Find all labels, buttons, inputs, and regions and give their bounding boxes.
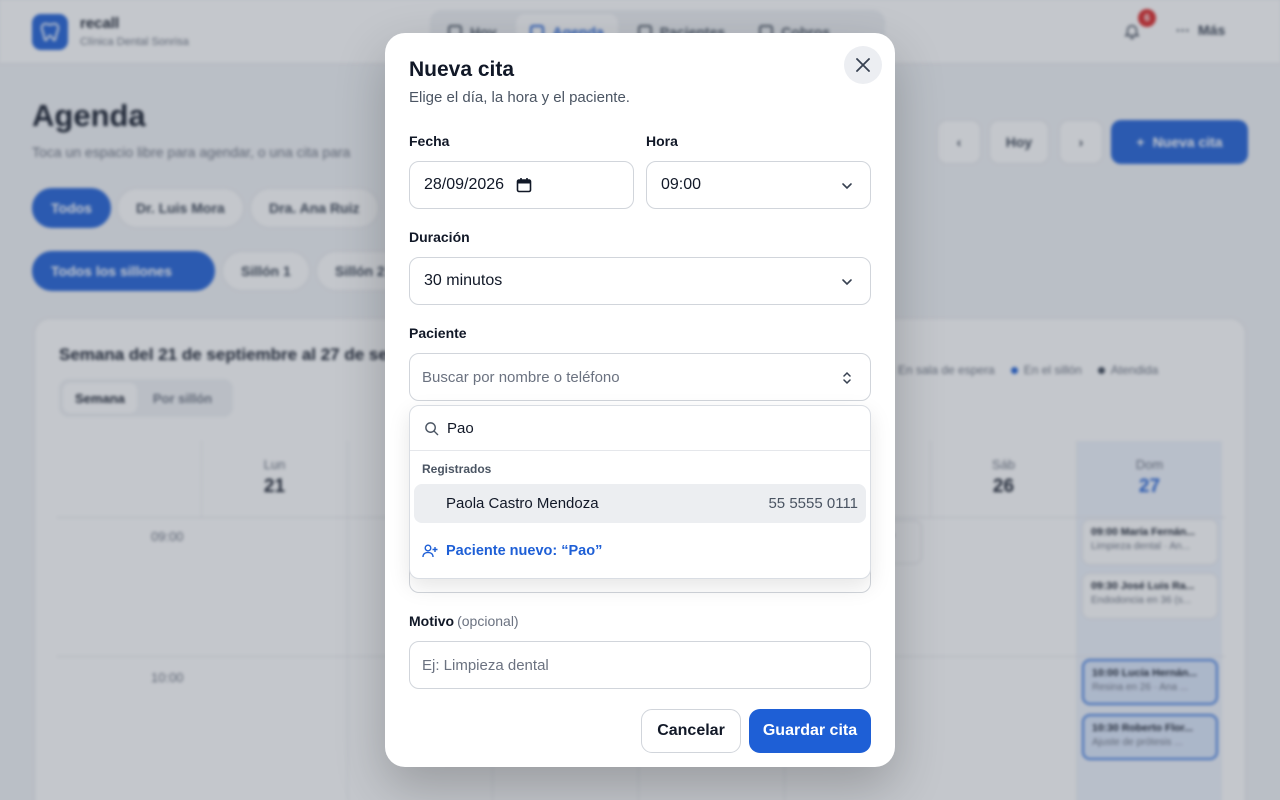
date-label: Fecha bbox=[409, 133, 450, 149]
patient-label: Paciente bbox=[409, 325, 467, 341]
patient-option-name: Paola Castro Mendoza bbox=[446, 495, 599, 512]
save-button[interactable]: Guardar cita bbox=[749, 709, 871, 753]
patient-search-input[interactable]: Pao bbox=[410, 406, 870, 451]
group-label: Registrados bbox=[422, 462, 492, 476]
reason-label: Motivo (opcional) bbox=[409, 613, 519, 629]
date-field[interactable]: 28/09/2026 bbox=[409, 161, 634, 209]
time-select[interactable]: 09:00 bbox=[646, 161, 871, 209]
duration-select[interactable]: 30 minutos bbox=[409, 257, 871, 305]
patient-option-phone: 55 5555 0111 bbox=[768, 495, 858, 512]
dialog-subtitle: Elige el día, la hora y el paciente. bbox=[409, 89, 630, 106]
close-button[interactable] bbox=[844, 46, 882, 84]
reason-optional: (opcional) bbox=[457, 613, 519, 629]
duration-value: 30 minutos bbox=[424, 272, 503, 289]
close-icon bbox=[856, 58, 870, 72]
new-patient-label: Paciente nuevo: “Pao” bbox=[446, 543, 603, 559]
search-value: Pao bbox=[447, 419, 474, 437]
reason-label-text: Motivo bbox=[409, 613, 455, 629]
dialog-title: Nueva cita bbox=[409, 58, 515, 81]
patient-placeholder: Buscar por nombre o teléfono bbox=[422, 368, 620, 386]
patient-option[interactable]: Paola Castro Mendoza 55 5555 0111 bbox=[414, 484, 866, 523]
patient-combobox[interactable]: Buscar por nombre o teléfono bbox=[409, 353, 871, 401]
reason-placeholder: Ej: Limpieza dental bbox=[422, 656, 549, 674]
new-appointment-dialog: Nueva cita Elige el día, la hora y el pa… bbox=[385, 33, 895, 767]
search-icon bbox=[425, 421, 439, 435]
reason-input[interactable]: Ej: Limpieza dental bbox=[409, 641, 871, 689]
patient-dropdown: Pao Registrados Paola Castro Mendoza 55 … bbox=[409, 405, 871, 579]
date-value: 28/09/2026 bbox=[424, 176, 505, 193]
chevrons-up-down-icon bbox=[843, 371, 851, 385]
chevron-down-icon bbox=[842, 183, 852, 190]
time-label: Hora bbox=[646, 133, 678, 149]
chevron-down-icon bbox=[842, 279, 852, 286]
cancel-button[interactable]: Cancelar bbox=[641, 709, 741, 753]
calendar-icon[interactable] bbox=[516, 177, 532, 193]
new-patient-option[interactable]: Paciente nuevo: “Pao” bbox=[422, 543, 602, 559]
duration-label: Duración bbox=[409, 229, 470, 245]
user-plus-icon bbox=[422, 544, 438, 558]
time-value: 09:00 bbox=[661, 176, 702, 193]
